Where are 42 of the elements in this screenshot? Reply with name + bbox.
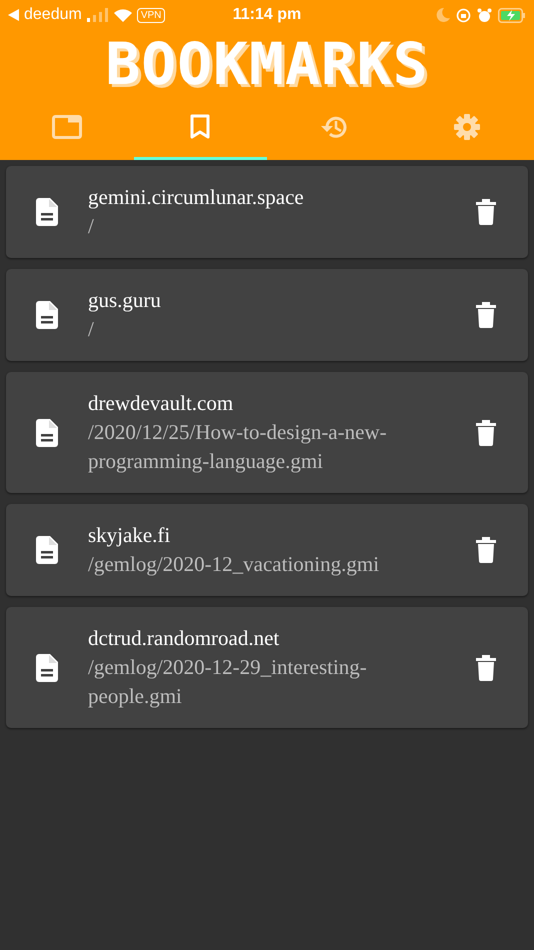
bookmark-path: /gemlog/2020-12_vacationing.gmi — [88, 551, 380, 578]
delete-button[interactable] — [476, 537, 496, 563]
bookmark-card[interactable]: gemini.circumlunar.space / — [6, 166, 528, 258]
document-icon — [36, 198, 58, 226]
document-icon — [36, 301, 58, 329]
document-icon — [36, 536, 58, 564]
delete-button[interactable] — [476, 199, 496, 225]
bookmark-path: / — [88, 316, 95, 343]
bookmark-host: gemini.circumlunar.space — [88, 184, 305, 211]
vpn-badge: VPN — [136, 8, 166, 22]
document-icon — [36, 654, 58, 682]
history-icon — [320, 114, 348, 140]
page-title: BOOKMARKS — [104, 30, 430, 96]
moon-icon — [436, 8, 450, 22]
bookmark-card[interactable]: drewdevault.com /2020/12/25/How-to-design-a-new-programming-language.gmi — [6, 372, 528, 493]
battery-icon — [498, 8, 526, 22]
bookmark-card[interactable]: skyjake.fi /gemlog/2020-12_vacationing.gmi — [6, 504, 528, 596]
bookmark-card[interactable]: gus.guru / — [6, 269, 528, 361]
bookmark-host: dctrud.randomroad.net — [88, 625, 280, 652]
delete-button[interactable] — [476, 302, 496, 328]
signal-icon — [86, 8, 109, 22]
bookmark-card[interactable]: dctrud.randomroad.net /gemlog/2020-12-29_interesting-people.gmi — [6, 607, 528, 728]
bookmark-icon — [190, 114, 210, 140]
rotation-lock-icon — [456, 8, 472, 22]
wifi-icon — [114, 8, 132, 22]
clock: 11:14 pm — [232, 6, 302, 24]
trash-icon — [476, 199, 496, 225]
trash-icon — [476, 302, 496, 328]
bookmark-path: /gemlog/2020-12-29_interesting-people.gmi — [88, 654, 368, 710]
bookmark-path: / — [88, 213, 95, 240]
trash-icon — [476, 420, 496, 446]
bookmark-host: skyjake.fi — [88, 522, 172, 549]
bookmark-host: gus.guru — [88, 287, 162, 314]
bookmark-host: drewdevault.com — [88, 390, 234, 417]
delete-button[interactable] — [476, 420, 496, 446]
alarm-icon — [477, 8, 492, 22]
bookmark-path: /2020/12/25/How-to-design-a-new-programming-language.gmi — [88, 419, 388, 475]
delete-button[interactable] — [476, 654, 496, 680]
tabs-icon — [52, 114, 82, 138]
trash-icon — [476, 654, 496, 680]
trash-icon — [476, 537, 496, 563]
document-icon — [36, 418, 58, 446]
